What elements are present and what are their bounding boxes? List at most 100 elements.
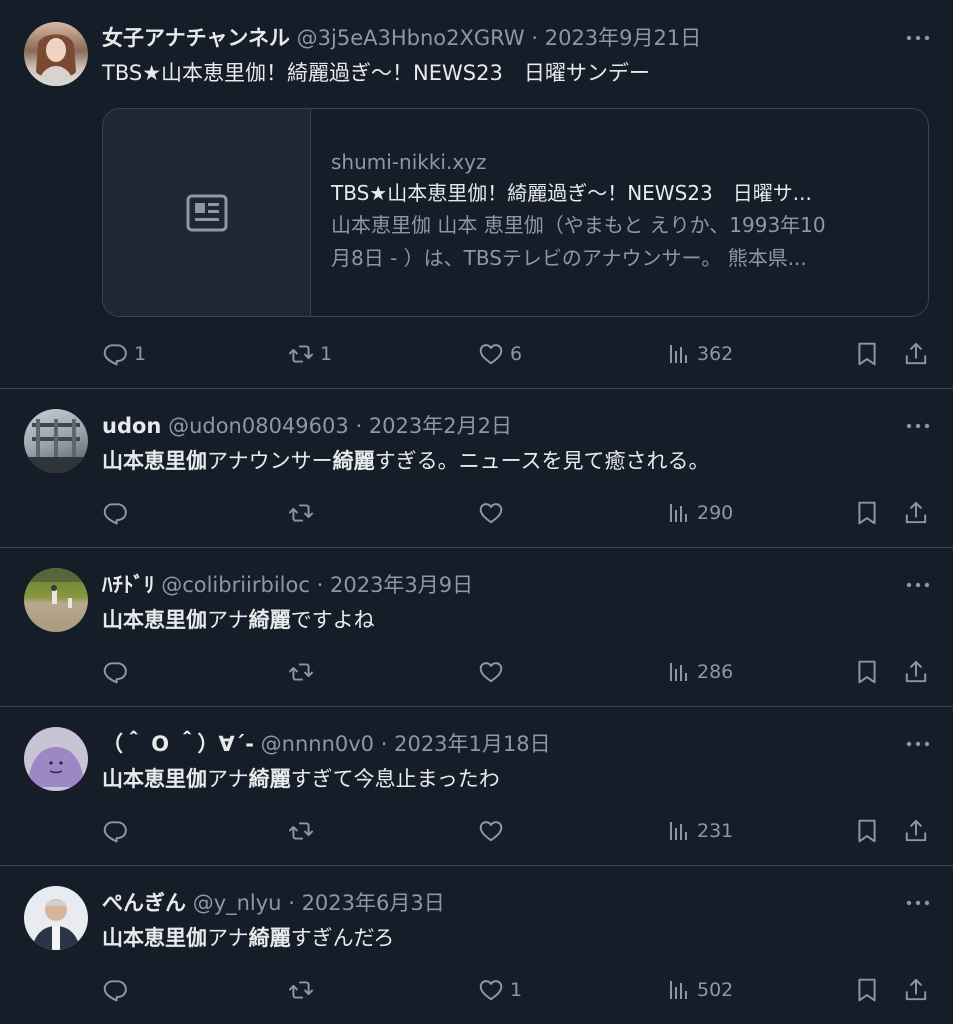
share-button[interactable] <box>903 498 929 528</box>
link-card[interactable]: shumi-nikki.xyz TBS★山本恵里伽！綺麗過ぎ〜！NEWS23 日… <box>102 108 929 317</box>
views-icon <box>667 501 691 525</box>
handle[interactable]: @nnnn0v0 <box>261 732 374 756</box>
card-description-line: 山本恵里伽 山本 恵里伽（やまもと えりか、1993年10 <box>331 213 826 237</box>
separator: · <box>531 26 539 50</box>
like-button[interactable]: 6 <box>478 339 522 369</box>
retweet-icon <box>288 818 314 844</box>
separator: · <box>288 891 295 915</box>
bookmark-button[interactable] <box>854 816 880 846</box>
heart-icon <box>478 818 504 844</box>
retweet-button[interactable] <box>288 975 314 1005</box>
avatar[interactable] <box>24 568 88 632</box>
tweet[interactable]: ﾊﾁﾄﾞﾘ @colibriirbiloc · 2023年3月9日 山本恵里伽ア… <box>0 548 953 707</box>
display-name[interactable]: ﾊﾁﾄﾞﾘ <box>102 573 155 597</box>
card-description-line: 月8日 - ）は、TBSテレビのアナウンサー。 熊本県... <box>331 246 807 270</box>
views-icon <box>667 660 691 684</box>
article-icon <box>186 194 227 231</box>
view-count: 231 <box>697 820 734 842</box>
retweet-icon <box>288 500 314 526</box>
share-icon <box>903 659 929 685</box>
card-domain: shumi-nikki.xyz <box>331 150 487 174</box>
avatar[interactable] <box>24 409 88 473</box>
tweet-date[interactable]: 2023年6月3日 <box>302 891 445 915</box>
text-segment: すぎて今息止まったわ <box>290 767 500 791</box>
display-name[interactable]: 女子アナチャンネル <box>102 26 290 50</box>
retweet-icon <box>288 341 314 367</box>
handle[interactable]: @colibriirbiloc <box>161 573 310 597</box>
bookmark-button[interactable] <box>854 657 880 687</box>
share-button[interactable] <box>903 657 929 687</box>
share-button[interactable] <box>903 975 929 1005</box>
reply-button[interactable] <box>102 975 128 1005</box>
bookmark-icon <box>854 500 880 526</box>
reply-button[interactable] <box>102 816 128 846</box>
handle[interactable]: @3j5eA3Hbno2XGRW <box>297 26 525 50</box>
tweet-text: 山本恵里伽アナ綺麗すぎて今息止まったわ <box>102 764 500 794</box>
more-icon[interactable] <box>905 893 931 913</box>
text-segment: すぎんだろ <box>290 926 395 950</box>
bookmark-icon <box>854 341 880 367</box>
share-button[interactable] <box>903 339 929 369</box>
more-icon[interactable] <box>905 416 931 436</box>
handle[interactable]: @y_nlyu <box>193 891 282 915</box>
tweet[interactable]: ぺんぎん @y_nlyu · 2023年6月3日 山本恵里伽アナ綺麗すぎんだろ … <box>0 866 953 1024</box>
handle[interactable]: @udon08049603 <box>168 414 349 438</box>
tweet[interactable]: udon @udon08049603 · 2023年2月2日 山本恵里伽アナウン… <box>0 389 953 548</box>
avatar[interactable] <box>24 727 88 791</box>
like-button[interactable] <box>478 657 504 687</box>
tweet-date[interactable]: 2023年2月2日 <box>369 414 512 438</box>
tweet-text: TBS★山本恵里伽！綺麗過ぎ〜！NEWS23 日曜サンデー <box>102 61 650 85</box>
retweet-icon <box>288 659 314 685</box>
views-button[interactable]: 362 <box>667 339 733 369</box>
highlight-text: 綺麗 <box>248 767 291 791</box>
retweet-button[interactable] <box>288 816 314 846</box>
display-name[interactable]: udon <box>102 414 161 438</box>
avatar[interactable] <box>24 22 88 86</box>
more-icon[interactable] <box>905 28 931 48</box>
views-button[interactable]: 502 <box>667 975 733 1005</box>
display-name[interactable]: ぺんぎん <box>102 891 186 915</box>
text-segment: すぎる。ニュースを見て癒される。 <box>374 449 710 473</box>
more-icon[interactable] <box>905 734 931 754</box>
avatar-image <box>24 419 88 473</box>
bookmark-button[interactable] <box>854 498 880 528</box>
retweet-button[interactable] <box>288 657 314 687</box>
tweet[interactable]: （＾ O ＾）∀´- @nnnn0v0 · 2023年1月18日 山本恵里伽アナ… <box>0 707 953 866</box>
text-segment: ですよね <box>290 608 375 632</box>
bookmark-icon <box>854 977 880 1003</box>
like-count: 6 <box>510 343 523 365</box>
reply-count: 1 <box>134 343 147 365</box>
views-button[interactable]: 231 <box>667 816 733 846</box>
heart-icon <box>478 341 504 367</box>
retweet-count: 1 <box>320 343 333 365</box>
reply-button[interactable] <box>102 657 128 687</box>
avatar-image <box>24 568 88 608</box>
card-title: TBS★山本恵里伽！綺麗過ぎ〜！NEWS23 日曜サ... <box>331 181 812 205</box>
avatar[interactable] <box>24 886 88 950</box>
highlight-text: 山本恵里伽 <box>102 608 207 632</box>
views-button[interactable]: 286 <box>667 657 733 687</box>
bookmark-icon <box>854 659 880 685</box>
reply-button[interactable] <box>102 498 128 528</box>
tweet-text: 山本恵里伽アナ綺麗すぎんだろ <box>102 923 394 953</box>
tweet-date[interactable]: 2023年9月21日 <box>545 26 702 50</box>
share-icon <box>903 818 929 844</box>
reply-button[interactable]: 1 <box>102 339 146 369</box>
highlight-text: 綺麗 <box>248 608 291 632</box>
bookmark-button[interactable] <box>854 339 880 369</box>
like-button[interactable]: 1 <box>478 975 522 1005</box>
display-name[interactable]: （＾ O ＾）∀´- <box>102 732 254 756</box>
retweet-button[interactable]: 1 <box>288 339 332 369</box>
share-button[interactable] <box>903 816 929 846</box>
reply-icon <box>102 500 128 526</box>
like-button[interactable] <box>478 498 504 528</box>
like-button[interactable] <box>478 816 504 846</box>
retweet-button[interactable] <box>288 498 314 528</box>
more-icon[interactable] <box>905 575 931 595</box>
tweet-date[interactable]: 2023年1月18日 <box>394 732 551 756</box>
tweet-date[interactable]: 2023年3月9日 <box>330 573 473 597</box>
tweet[interactable]: 女子アナチャンネル @3j5eA3Hbno2XGRW · 2023年9月21日 … <box>0 0 953 389</box>
highlight-text: 山本恵里伽 <box>102 926 207 950</box>
bookmark-button[interactable] <box>854 975 880 1005</box>
views-button[interactable]: 290 <box>667 498 733 528</box>
